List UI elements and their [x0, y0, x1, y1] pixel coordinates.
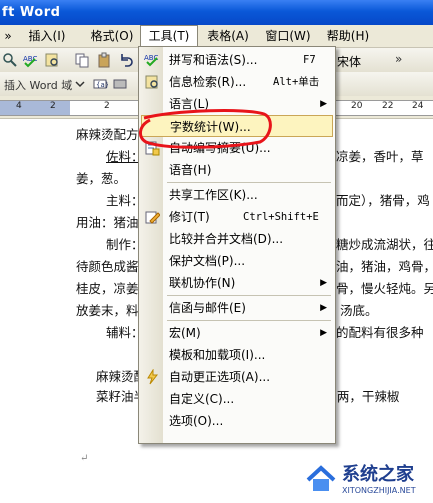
document-line: 姜，葱。 — [76, 171, 127, 186]
undo-icon[interactable] — [118, 52, 134, 68]
tools-menu-item-8[interactable]: 比较并合并文档(D)... — [139, 228, 335, 250]
field-icon[interactable]: {a} — [92, 76, 108, 92]
tools-menu-item-3[interactable]: 字数统计(W)... — [141, 115, 333, 137]
research-icon — [145, 75, 158, 89]
ruler-number: 24 — [412, 101, 424, 111]
site-watermark: 系统之家 XITONGZHIJIA.NET — [298, 456, 433, 503]
menu-item-shortcut: Ctrl+Shift+E — [243, 211, 319, 223]
menu-item-label: 联机协作(N) — [169, 276, 236, 290]
spelling-check-icon: ABC — [144, 54, 158, 67]
menu-item-3[interactable]: 工具(T) — [140, 25, 198, 47]
tools-menu-item-4[interactable]: 自动编写摘要(U)... — [139, 137, 335, 159]
field-shading-icon[interactable] — [112, 76, 128, 92]
menu-item-label: 宏(M) — [169, 326, 201, 340]
menu-item-4[interactable]: 表格(A) — [200, 25, 256, 47]
font-name-box[interactable]: 宋体 — [337, 53, 361, 70]
document-line: 的配料有很多种 — [336, 325, 424, 340]
submenu-arrow-icon: ▶ — [320, 99, 327, 109]
ruler-number: 2 — [104, 101, 110, 111]
menu-item-label: 模板和加载项(I)... — [169, 348, 266, 362]
tools-menu-item-10[interactable]: 联机协作(N) ▶ — [139, 272, 335, 294]
tools-menu-item-5[interactable]: 语音(H) — [139, 159, 335, 181]
tools-menu-item-16[interactable]: 选项(O)... — [139, 410, 335, 432]
font-dropdown-arrow[interactable]: » — [395, 52, 402, 66]
tools-menu-item-6[interactable]: 共享工作区(K)... — [139, 184, 335, 206]
menu-item-label: 自定义(C)... — [169, 392, 235, 406]
tools-menu-item-13[interactable]: 模板和加载项(I)... — [139, 344, 335, 366]
zoom-icon[interactable] — [2, 52, 18, 68]
ruler-number: 20 — [351, 101, 363, 111]
menu-separator — [167, 295, 331, 296]
auto-summarize-icon — [145, 141, 160, 156]
insert-word-field-button[interactable]: 插入 Word 域 — [4, 77, 72, 93]
menu-item-label: 信函与邮件(E) — [169, 301, 246, 315]
menu-item-1[interactable]: 插入(I) — [18, 25, 76, 47]
menu-item-label: 自动编写摘要(U)... — [169, 141, 271, 155]
document-line: 骨，慢火轻炖。另 — [336, 281, 433, 296]
window-title: ft Word — [2, 5, 61, 20]
tools-menu-item-12[interactable]: 宏(M) ▶ — [139, 322, 335, 344]
menu-item-label: 字数统计(W)... — [170, 120, 251, 134]
submenu-arrow-icon: ▶ — [320, 303, 327, 313]
tools-menu-item-11[interactable]: 信函与邮件(E) ▶ — [139, 297, 335, 319]
tools-menu-item-15[interactable]: 自定义(C)... — [139, 388, 335, 410]
autocorrect-icon — [147, 369, 159, 385]
title-bar: ft Word — [0, 0, 433, 25]
menu-separator — [167, 320, 331, 321]
spelling-check-icon[interactable]: ABC — [22, 52, 38, 68]
document-line: 而定），猪骨，鸡 — [336, 193, 430, 208]
menu-item-label: 保护文档(P)... — [169, 254, 246, 268]
document-line: 糖炒成流湖状，往 — [336, 237, 433, 252]
research-icon[interactable] — [44, 52, 60, 68]
menu-item-label: 信息检索(R)... — [169, 75, 247, 89]
paste-icon[interactable] — [96, 52, 112, 68]
svg-text:{a}: {a} — [96, 81, 108, 89]
tools-menu-item-14[interactable]: 自动更正选项(A)... — [139, 366, 335, 388]
track-changes-icon — [145, 211, 160, 224]
document-line: 用油：猪油 — [76, 215, 139, 230]
submenu-arrow-icon: ▶ — [320, 278, 327, 288]
menu-item-label: 比较并合并文档(D)... — [169, 232, 284, 246]
svg-text:ABC: ABC — [23, 55, 37, 63]
house-logo-icon — [306, 465, 336, 491]
ruler-number: 2 — [50, 101, 56, 111]
chevron-down-icon[interactable] — [72, 76, 88, 92]
tools-menu-dropdown: ABC 拼写和语法(S)... F7 信息检索(R)... Alt+单击语言(L) ▶ 字数… — [138, 46, 336, 444]
tools-menu-item-7[interactable]: 修订(T) Ctrl+Shift+E — [139, 206, 335, 228]
ruler-number: 22 — [382, 101, 394, 111]
menu-item-shortcut: F7 — [303, 54, 316, 66]
menu-item-label: 共享工作区(K)... — [169, 188, 258, 202]
watermark-url: XITONGZHIJIA.NET — [342, 486, 416, 495]
menu-item-5[interactable]: 窗口(W) — [260, 25, 316, 47]
menu-item-shortcut: Alt+单击 — [273, 76, 320, 88]
menu-item-label: 拼写和语法(S)... — [169, 53, 258, 67]
document-line: 桂皮，凉姜 — [76, 281, 139, 296]
tools-menu-item-9[interactable]: 保护文档(P)... — [139, 250, 335, 272]
document-line: 汤底。 — [340, 303, 378, 318]
document-line: 油，猪油，鸡骨， — [336, 259, 433, 274]
menu-item-label: 修订(T) — [169, 210, 210, 224]
tools-menu-item-1[interactable]: 信息检索(R)... Alt+单击 — [139, 71, 335, 93]
menu-item-6[interactable]: 帮助(H) — [320, 25, 376, 47]
copy-icon[interactable] — [74, 52, 90, 68]
document-line: 待颜色成酱 — [76, 259, 139, 274]
document-line: 凉姜，香叶，草 — [336, 149, 424, 164]
tools-menu-item-0[interactable]: ABC 拼写和语法(S)... F7 — [139, 49, 335, 71]
menu-separator — [167, 182, 331, 183]
watermark-title: 系统之家 — [342, 464, 414, 485]
menu-item-2[interactable]: 格式(O) — [86, 25, 138, 47]
document-line: 麻辣烫配方 — [76, 127, 139, 142]
tools-menu-item-2[interactable]: 语言(L) ▶ — [139, 93, 335, 115]
menu-item-label: 语音(H) — [169, 163, 212, 177]
paragraph-mark: ↵ — [80, 453, 89, 464]
menu-bar: » 插入(I) 格式(O) 工具(T) 表格(A) 窗口(W) 帮助(H) — [0, 25, 433, 48]
menu-item-label: 语言(L) — [169, 97, 210, 111]
submenu-arrow-icon: ▶ — [320, 328, 327, 338]
menu-item-label: 自动更正选项(A)... — [169, 370, 271, 384]
menu-item-label: 选项(O)... — [169, 414, 224, 428]
document-line: 放姜末，料 — [76, 303, 139, 318]
menu-overflow[interactable]: » — [0, 25, 16, 47]
ruler-number: 4 — [16, 101, 22, 111]
